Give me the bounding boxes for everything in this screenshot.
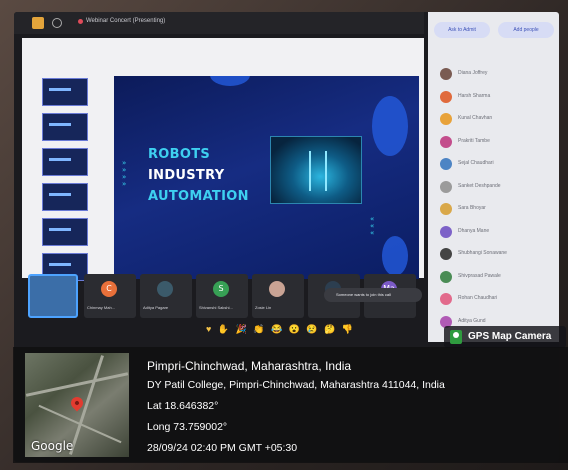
avatar [157,281,173,297]
map-brand: Google [31,439,74,453]
meeting-topbar: Webinar Concert (Presenting) [14,12,424,34]
gps-camera-tag: GPS Map Camera [444,326,566,348]
slide-thumbnail[interactable] [42,78,88,106]
participant-list-item[interactable]: Sanket Deshpande [440,179,556,195]
avatar [440,248,452,260]
slide-thumbnail[interactable] [42,183,88,211]
avatar: C [101,281,117,297]
participant-list-name: Shivprasad Pawale [458,272,501,279]
meeting-title: Webinar Concert (Presenting) [86,18,166,24]
location-map: Google [25,353,129,457]
slide-title-line: AUTOMATION [148,189,249,204]
map-pin-icon [450,330,462,344]
reaction-bar[interactable]: ♥ ✋ 🎉 👏 😂 😮 😢 🤔 👎 [206,324,355,335]
location-latitude: Lat 18.646382° [147,400,219,412]
avatar [440,90,452,103]
presentation-stage: »»»» ««« ROBOTS INDUSTRY AUTOMATION [22,38,424,281]
participant-list-item[interactable]: Rohan Chaudhari [440,291,556,307]
avatar [440,180,452,193]
location-timestamp: 28/09/24 02:40 PM GMT +05:30 [147,442,298,454]
participant-list-name: Prakriti Tambe [458,137,490,144]
participants-panel: Ask to Admit Add people Diana Joffrey Har… [428,12,559,342]
participant-list-name: Sanket Deshpande [458,182,501,189]
avatar [440,270,452,283]
slide-decoration [210,76,250,86]
avatar [440,225,452,238]
avatar [440,135,452,148]
chevron-decoration-icon: »»»» [122,159,127,188]
settings-icon[interactable] [52,18,62,28]
participant-list-name: Kunal Chavhan [458,115,493,121]
slide-thumbnail[interactable] [42,218,88,246]
participant-list-item[interactable]: Diana Joffrey [440,66,556,82]
avatar [440,158,452,170]
participant-list-item[interactable]: Harsh Sharma [440,89,556,105]
participant-list-item[interactable]: Shivprasad Pawale [440,269,556,285]
avatar [440,113,452,125]
avatar [440,293,452,305]
participant-list-item[interactable]: Shubhangi Sonawane [440,246,556,262]
slide-title-line: INDUSTRY [148,168,225,183]
participant-name: Shivanshi Sakshi... [199,305,233,310]
participant-name: Chinmay Mah... [87,305,116,310]
participant-list-item[interactable]: Prakriti Tambe [440,134,556,150]
slide-decoration [372,96,408,156]
map-road [38,404,122,444]
slide-decoration [382,236,408,276]
avatar [440,68,452,80]
avatar [269,281,285,297]
participant-list-name: Dhanya Mane [458,227,490,234]
slide-thumbnail[interactable] [42,148,88,176]
participant-tile[interactable]: Zosie Lin [252,274,304,318]
current-slide: »»»» ««« ROBOTS INDUSTRY AUTOMATION [114,76,419,279]
add-people-button[interactable]: Add people [498,22,554,38]
participant-tiles: C Chinmay Mah... Aditya Pagare S Shivanshi S… [28,274,424,318]
participant-list-item[interactable]: Dhanya Mane [440,224,556,240]
participant-list-item[interactable]: Sejal Chaudhari [440,156,556,172]
slide-thumbnail-strip [42,78,94,288]
participant-list-name: Harsh Sharma [458,92,491,99]
slide-thumbnail[interactable] [42,113,88,141]
self-video-tile[interactable] [28,274,78,318]
participant-list-name: Shubhangi Sonawane [458,250,507,256]
participant-list-name: Diana Joffrey [458,70,488,76]
map-road [25,372,129,397]
app-logo-icon [32,17,44,29]
location-city: Pimpri-Chinchwad, Maharashtra, India [147,359,352,373]
participant-tile[interactable]: S Shivanshi Sakshi... [196,274,248,318]
participant-list-item[interactable]: Kunal Chavhan [440,111,556,127]
avatar [440,203,452,215]
participant-list-item[interactable]: Sara Bhoyar [440,201,556,217]
location-address: DY Patil College, Pimpri-Chinchwad, Maha… [147,379,445,391]
location-overlay: Google Pimpri-Chinchwad, Maharashtra, In… [13,347,568,463]
participant-name: Zosie Lin [255,305,272,310]
slide-title-line: ROBOTS [148,147,211,162]
participant-tile[interactable]: Aditya Pagare [140,274,192,318]
participant-list-name: Rohan Chaudhari [458,295,498,301]
recording-indicator-icon [78,19,83,24]
location-longitude: Long 73.759002° [147,421,228,433]
chevron-decoration-icon: ««« [370,215,375,237]
robot-corridor-image [270,136,362,204]
participant-list-name: Sara Bhoyar [458,205,486,211]
admit-button[interactable]: Ask to Admit [434,22,490,38]
gps-camera-label: GPS Map Camera [468,331,552,342]
join-request-notice[interactable]: Someone wants to join this call [324,288,422,302]
slide-title: ROBOTS INDUSTRY AUTOMATION [148,144,249,207]
participant-list-name: Aditya Gund [458,317,486,324]
avatar: S [213,281,229,297]
participant-name: Aditya Pagare [143,305,169,310]
participant-tile[interactable]: C Chinmay Mah... [84,274,136,318]
participant-list-name: Sejal Chaudhari [458,160,494,166]
